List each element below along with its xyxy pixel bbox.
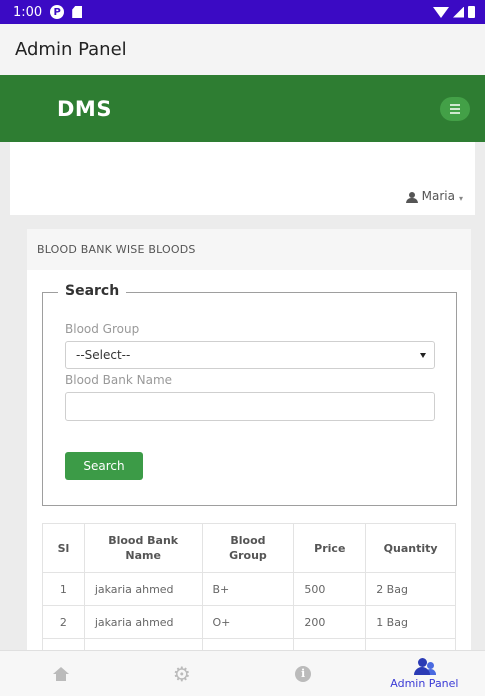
cell-blood-group: B+ xyxy=(201,572,295,606)
cell-sl: 2 xyxy=(42,605,85,639)
blood-bank-panel: BLOOD BANK WISE BLOODS Search Blood Grou… xyxy=(27,229,471,659)
nav-item-admin-panel[interactable]: Admin Panel xyxy=(364,651,485,696)
table-header-row: Sl Blood Bank Name Blood Group Price Qua… xyxy=(42,523,456,573)
table-row: 2 jakaria ahmed O+ 200 1 Bag xyxy=(42,605,456,639)
panel-heading: BLOOD BANK WISE BLOODS xyxy=(27,229,471,270)
blood-group-selected-value: --Select-- xyxy=(76,348,131,362)
gear-icon: ⚙ xyxy=(172,661,191,686)
brand-logo[interactable]: DMS xyxy=(57,97,112,121)
app-title: Admin Panel xyxy=(15,39,127,60)
status-right xyxy=(433,6,475,18)
battery-icon xyxy=(468,6,475,18)
blood-bank-name-label: Blood Bank Name xyxy=(65,373,173,387)
nav-label-admin-panel: Admin Panel xyxy=(390,676,459,690)
column-header-quantity: Quantity xyxy=(365,523,456,573)
search-fieldset: Search Blood Group --Select-- Blood Bank… xyxy=(42,283,457,506)
hamburger-icon-line xyxy=(450,107,460,110)
info-icon: i xyxy=(295,665,312,682)
column-header-blood-bank-name: Blood Bank Name xyxy=(83,523,203,573)
bottom-navigation: ⚙ i Admin Panel xyxy=(0,650,485,696)
blood-group-select[interactable]: --Select-- xyxy=(65,341,435,369)
table-row: 1 jakaria ahmed B+ 500 2 Bag xyxy=(42,572,456,606)
signal-icon xyxy=(453,6,464,18)
nav-item-home[interactable] xyxy=(0,651,121,696)
search-button[interactable]: Search xyxy=(65,452,143,480)
blood-group-label: Blood Group xyxy=(65,322,140,336)
sd-card-icon xyxy=(72,6,83,18)
cell-price: 200 xyxy=(293,605,367,639)
blood-table: Sl Blood Bank Name Blood Group Price Qua… xyxy=(42,523,456,659)
site-header: DMS xyxy=(0,75,485,142)
column-header-price: Price xyxy=(293,523,367,573)
cell-blood-bank-name: jakaria ahmed xyxy=(83,572,203,606)
blood-bank-name-input[interactable] xyxy=(65,392,435,421)
cell-price: 500 xyxy=(293,572,367,606)
menu-toggle-button[interactable] xyxy=(440,96,470,121)
hamburger-icon-line xyxy=(450,111,460,114)
nav-item-settings[interactable]: ⚙ xyxy=(121,651,242,696)
admin-users-icon xyxy=(412,657,437,676)
cell-quantity: 2 Bag xyxy=(365,572,456,606)
user-menu-name[interactable]: Maria xyxy=(422,189,455,203)
user-bar: Maria ▾ xyxy=(10,142,475,215)
wifi-icon xyxy=(433,6,449,18)
nav-item-info[interactable]: i xyxy=(243,651,364,696)
cell-blood-bank-name: jakaria ahmed xyxy=(83,605,203,639)
status-left: 1:00 P xyxy=(13,4,83,20)
caret-down-icon[interactable]: ▾ xyxy=(459,194,463,203)
cell-blood-group: O+ xyxy=(201,605,295,639)
column-header-sl: Sl xyxy=(42,523,85,573)
status-bar: 1:00 P xyxy=(0,0,485,24)
hamburger-icon-line xyxy=(450,103,460,106)
app-title-bar: Admin Panel xyxy=(0,24,485,75)
home-icon xyxy=(52,666,69,681)
status-time: 1:00 xyxy=(13,4,43,20)
cell-sl: 1 xyxy=(42,572,85,606)
cell-quantity: 1 Bag xyxy=(365,605,456,639)
dropdown-arrow-icon xyxy=(420,352,426,358)
panel-title: BLOOD BANK WISE BLOODS xyxy=(37,243,196,256)
parking-notification-icon: P xyxy=(50,5,65,19)
user-icon xyxy=(405,192,418,203)
column-header-blood-group: Blood Group xyxy=(201,523,295,573)
search-legend: Search xyxy=(58,283,127,299)
